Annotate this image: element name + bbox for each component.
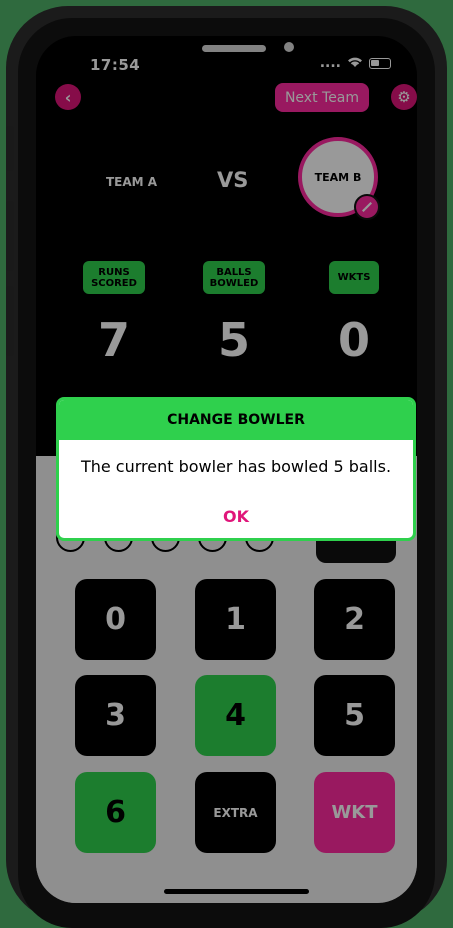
change-bowler-dialog: CHANGE BOWLER The current bowler has bow… bbox=[56, 397, 416, 541]
side-button-mute bbox=[6, 126, 14, 171]
dialog-title: CHANGE BOWLER bbox=[59, 400, 413, 440]
side-button-volume-down bbox=[6, 286, 14, 356]
dialog-message: The current bowler has bowled 5 balls. bbox=[80, 457, 392, 476]
dialog-ok-button[interactable]: OK bbox=[59, 507, 413, 526]
side-button-volume-up bbox=[6, 201, 14, 271]
